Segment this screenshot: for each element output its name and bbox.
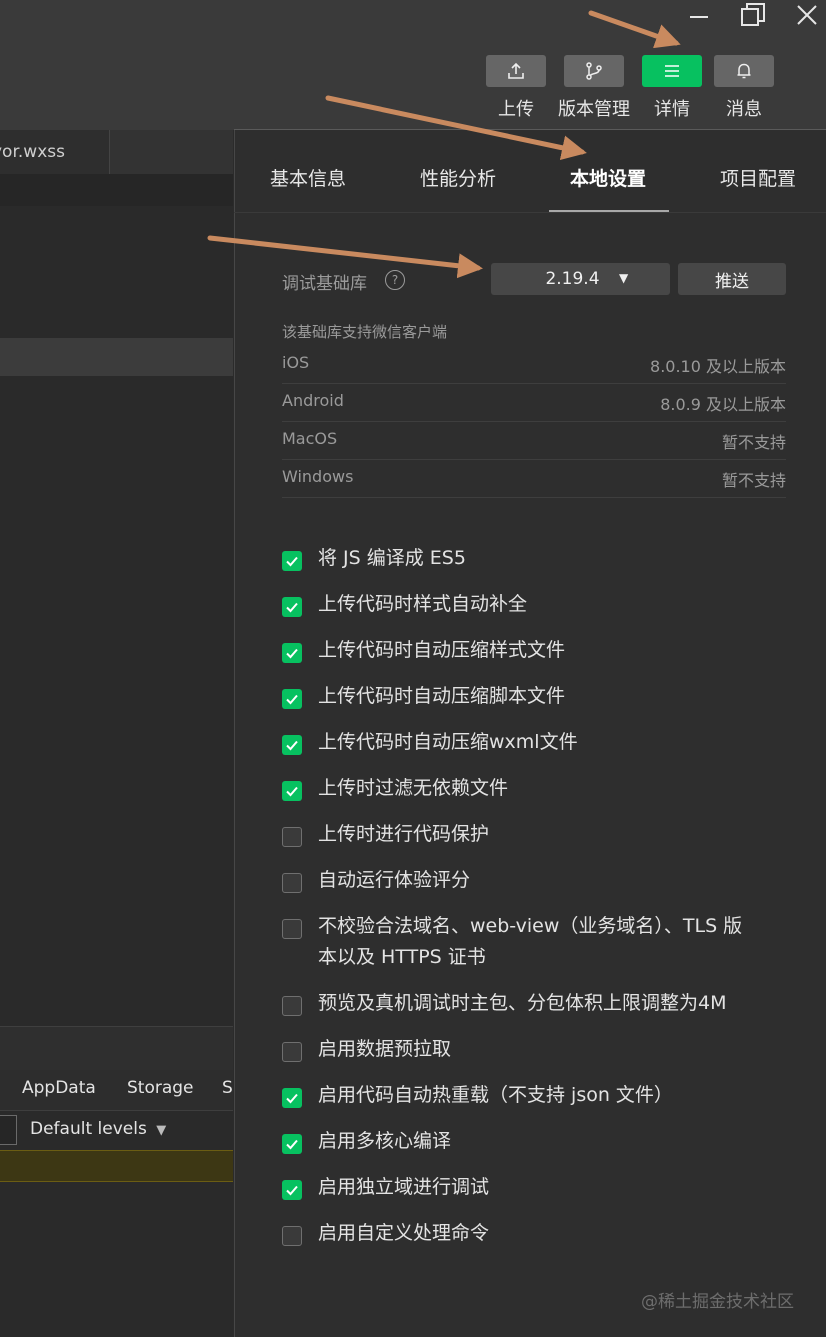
checkbox-checked[interactable] — [282, 735, 302, 755]
option-row[interactable]: 启用自定义处理命令 — [282, 1222, 802, 1249]
tab-storage[interactable]: Storage — [127, 1078, 194, 1098]
upload-button[interactable]: 上传 — [486, 55, 546, 121]
option-row[interactable]: 不校验合法域名、web-view（业务域名）、TLS 版本以及 HTTPS 证书 — [282, 915, 802, 973]
checkbox-checked[interactable] — [282, 551, 302, 571]
editor-file-tab[interactable]: yor.wxss — [0, 130, 110, 174]
console-filter-input[interactable] — [0, 1115, 17, 1145]
checkbox-checked[interactable] — [282, 689, 302, 709]
option-row[interactable]: 上传时进行代码保护 — [282, 823, 802, 850]
minimize-icon[interactable] — [679, 0, 719, 30]
option-label: 预览及真机调试时主包、分包体积上限调整为4M — [318, 992, 727, 1014]
tabs-divider — [234, 212, 826, 213]
help-icon[interactable]: ? — [385, 270, 405, 290]
bell-icon — [714, 55, 774, 87]
option-label: 将 JS 编译成 ES5 — [318, 547, 466, 569]
support-row: iOS 8.0.10 及以上版本 — [282, 345, 786, 384]
checkbox-checked[interactable] — [282, 781, 302, 801]
support-version: 8.0.9 及以上版本 — [660, 395, 786, 414]
option-label: 启用代码自动热重载（不支持 json 文件） — [318, 1084, 673, 1106]
details-label: 详情 — [654, 99, 690, 120]
console-warning-row — [0, 1150, 233, 1182]
option-label: 上传代码时自动压缩脚本文件 — [318, 685, 566, 707]
support-platform: iOS — [282, 353, 310, 372]
option-label: 启用数据预拉取 — [318, 1038, 452, 1060]
checkbox-unchecked[interactable] — [282, 919, 302, 939]
support-version: 8.0.10 及以上版本 — [650, 357, 786, 376]
support-platform: Windows — [282, 467, 354, 486]
branch-icon — [564, 55, 624, 87]
support-row: MacOS 暂不支持 — [282, 421, 786, 460]
checkbox-unchecked[interactable] — [282, 873, 302, 893]
devtools-header — [0, 1026, 233, 1071]
option-row[interactable]: 上传代码时自动压缩样式文件 — [282, 639, 802, 666]
push-button[interactable]: 推送 — [678, 263, 786, 295]
tab-more[interactable]: S — [222, 1078, 233, 1098]
checkbox-unchecked[interactable] — [282, 1226, 302, 1246]
checkbox-checked[interactable] — [282, 1134, 302, 1154]
checkbox-unchecked[interactable] — [282, 996, 302, 1016]
close-icon[interactable] — [787, 0, 826, 30]
editor-highlighted-line — [0, 338, 233, 376]
option-row[interactable]: 预览及真机调试时主包、分包体积上限调整为4M — [282, 992, 802, 1019]
active-tab-indicator — [549, 210, 669, 212]
watermark: @稀土掘金技术社区 — [641, 1292, 794, 1312]
option-row[interactable]: 启用数据预拉取 — [282, 1038, 802, 1065]
option-row[interactable]: 上传代码时样式自动补全 — [282, 593, 802, 620]
restore-icon[interactable] — [733, 0, 773, 30]
checkbox-checked[interactable] — [282, 597, 302, 617]
support-platform: Android — [282, 391, 344, 410]
tab-local-settings[interactable]: 本地设置 — [570, 164, 646, 191]
option-row[interactable]: 上传代码时自动压缩wxml文件 — [282, 731, 802, 758]
file-tab-label: yor.wxss — [0, 142, 65, 162]
option-label: 上传代码时样式自动补全 — [318, 593, 528, 615]
support-row: Android 8.0.9 及以上版本 — [282, 383, 786, 422]
checkbox-unchecked[interactable] — [282, 827, 302, 847]
tab-project-config[interactable]: 项目配置 — [720, 164, 796, 191]
sdk-version-select[interactable]: 2.19.4 — [491, 263, 670, 295]
checkbox-unchecked[interactable] — [282, 1042, 302, 1062]
support-platform: MacOS — [282, 429, 338, 448]
messages-label: 消息 — [726, 99, 762, 120]
option-row[interactable]: 自动运行体验评分 — [282, 869, 802, 896]
messages-button[interactable]: 消息 — [714, 55, 774, 121]
details-button[interactable]: 详情 — [642, 55, 702, 121]
tab-appdata[interactable]: AppData — [22, 1078, 96, 1098]
option-label: 上传代码时自动压缩wxml文件 — [318, 731, 578, 753]
checkbox-checked[interactable] — [282, 643, 302, 663]
support-row: Windows 暂不支持 — [282, 459, 786, 498]
option-row[interactable]: 上传时过滤无依赖文件 — [282, 777, 802, 804]
option-row[interactable]: 将 JS 编译成 ES5 — [282, 547, 802, 574]
option-label: 启用自定义处理命令 — [318, 1222, 490, 1244]
sdk-label: 调试基础库 — [282, 274, 367, 294]
levels-label: Default levels — [30, 1119, 147, 1139]
support-version: 暂不支持 — [721, 433, 786, 452]
option-row[interactable]: 上传代码时自动压缩脚本文件 — [282, 685, 802, 712]
option-label: 自动运行体验评分 — [318, 869, 471, 891]
version-button[interactable]: 版本管理 — [558, 55, 630, 121]
option-row[interactable]: 启用多核心编译 — [282, 1130, 802, 1157]
option-label: 不校验合法域名、web-view（业务域名）、TLS 版本以及 HTTPS 证书 — [318, 915, 743, 968]
option-label: 上传代码时自动压缩样式文件 — [318, 639, 566, 661]
option-label: 启用独立域进行调试 — [318, 1176, 490, 1198]
option-label: 上传时过滤无依赖文件 — [318, 777, 509, 799]
support-version: 暂不支持 — [721, 471, 786, 490]
version-label: 版本管理 — [558, 99, 630, 120]
levels-dropdown[interactable]: Default levels ▼ — [30, 1119, 166, 1139]
editor-breadcrumb-strip — [0, 174, 233, 206]
caret-down-icon: ▼ — [156, 1123, 167, 1138]
option-label: 上传时进行代码保护 — [318, 823, 490, 845]
support-title: 该基础库支持微信客户端 — [282, 323, 448, 341]
checkbox-checked[interactable] — [282, 1088, 302, 1108]
option-row[interactable]: 启用独立域进行调试 — [282, 1176, 802, 1203]
tab-basic-info[interactable]: 基本信息 — [270, 164, 346, 191]
tab-performance[interactable]: 性能分析 — [420, 164, 496, 191]
upload-icon — [486, 55, 546, 87]
option-row[interactable]: 启用代码自动热重载（不支持 json 文件） — [282, 1084, 802, 1111]
option-label: 启用多核心编译 — [318, 1130, 452, 1152]
upload-label: 上传 — [498, 99, 534, 120]
sdk-version-value: 2.19.4 — [545, 269, 600, 289]
caret-down-icon: ▼ — [619, 271, 629, 285]
menu-icon — [642, 55, 702, 87]
checkbox-checked[interactable] — [282, 1180, 302, 1200]
